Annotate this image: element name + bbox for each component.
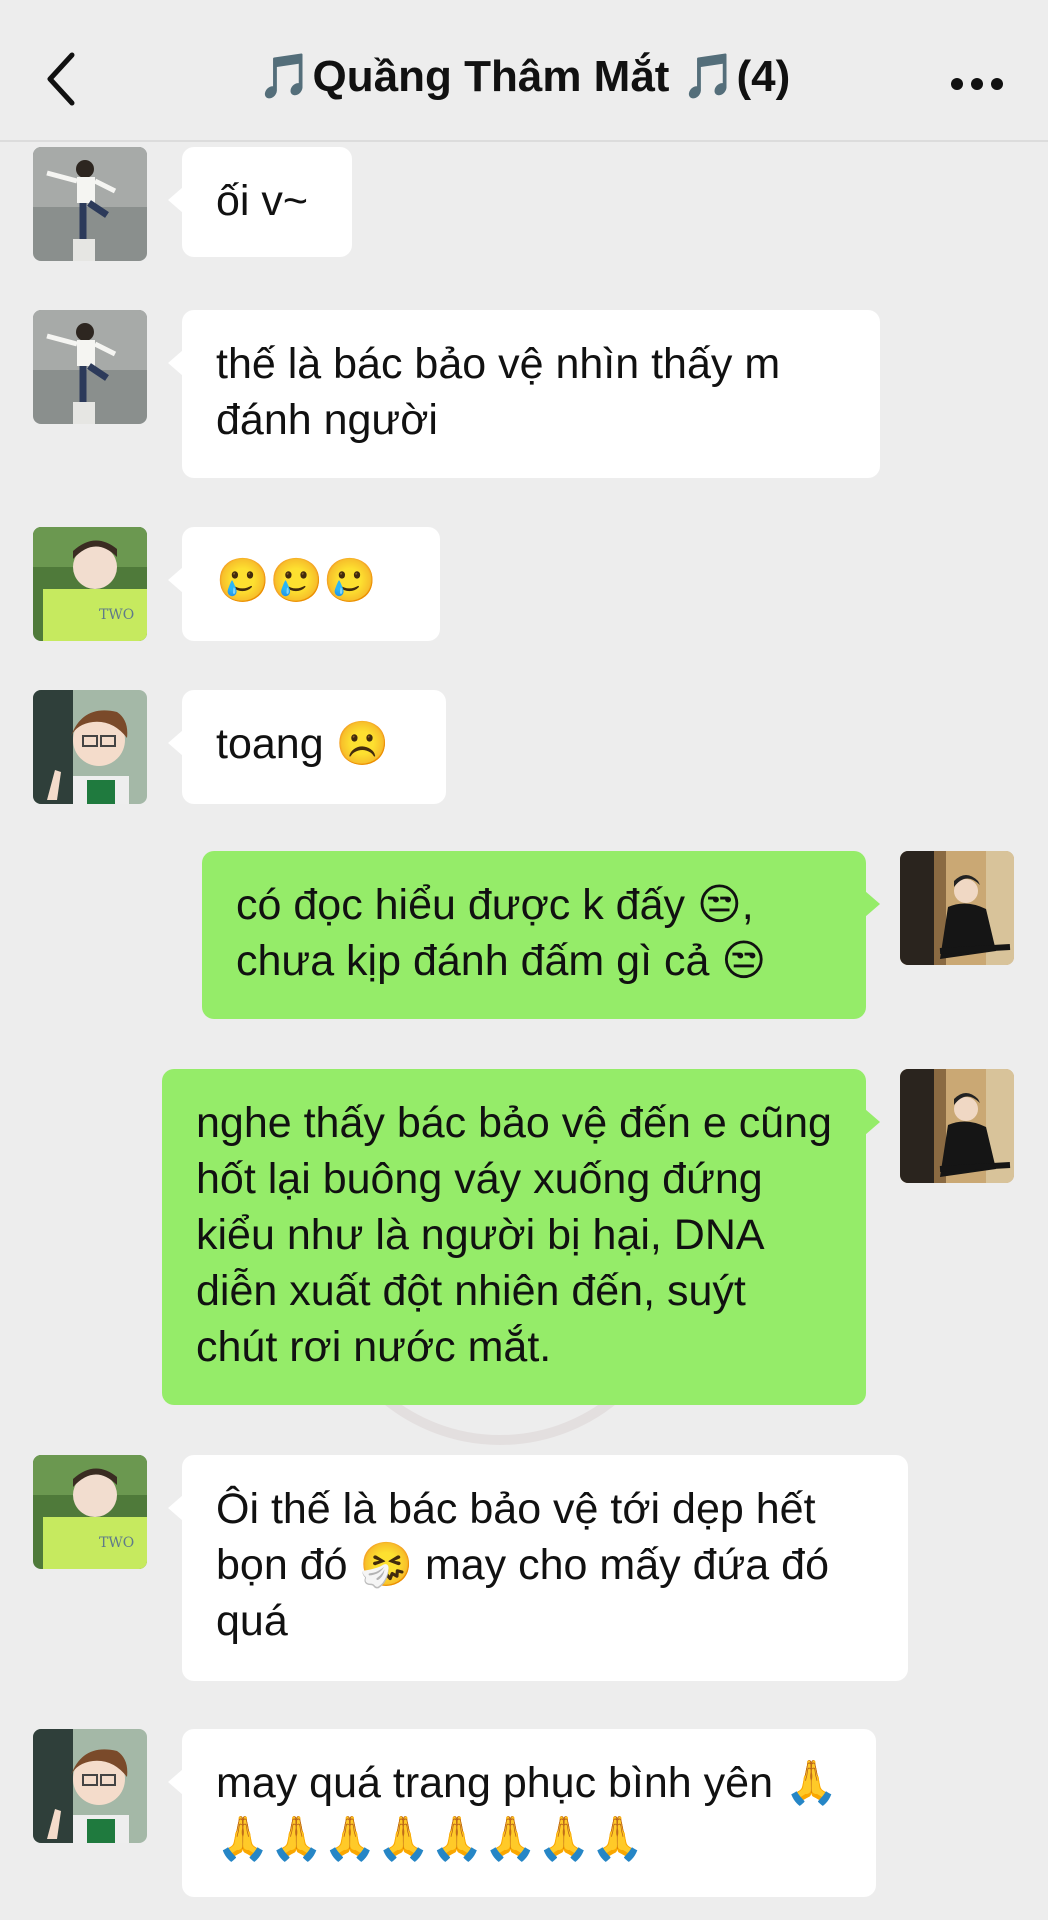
- chat-title: 🎵Quầng Thâm Mắt 🎵(4): [257, 52, 791, 101]
- message-bubble[interactable]: nghe thấy bác bảo vệ đến e cũng hốt lại …: [162, 1069, 880, 1405]
- chat-header: 🎵Quầng Thâm Mắt 🎵(4): [0, 0, 1048, 142]
- message-bubble[interactable]: ối v~: [168, 147, 352, 257]
- back-button[interactable]: [36, 44, 86, 114]
- more-button[interactable]: [942, 54, 1012, 114]
- avatar[interactable]: [900, 1069, 1014, 1183]
- avatar[interactable]: [900, 851, 1014, 965]
- avatar[interactable]: [33, 1729, 147, 1843]
- message-bubble[interactable]: toang ☹️: [168, 690, 446, 804]
- message-bubble[interactable]: may quá trang phục bình yên 🙏🙏🙏🙏🙏🙏🙏🙏🙏: [168, 1729, 876, 1897]
- svg-text:TWO: TWO: [99, 1535, 134, 1551]
- avatar[interactable]: [33, 690, 147, 804]
- message-bubble[interactable]: Ôi thế là bác bảo vệ tới dẹp hết bọn đó …: [168, 1455, 908, 1681]
- chevron-left-icon: [47, 52, 75, 106]
- avatar[interactable]: [33, 310, 147, 424]
- avatar[interactable]: [33, 147, 147, 261]
- message-bubble[interactable]: 🥲🥲🥲: [168, 527, 440, 641]
- message-bubble[interactable]: thế là bác bảo vệ nhìn thấy m đánh người: [168, 310, 880, 478]
- message-bubble[interactable]: có đọc hiểu được k đấy 😒, chưa kịp đánh …: [202, 851, 880, 1019]
- avatar[interactable]: TWO: [33, 1455, 147, 1569]
- more-horizontal-icon: [951, 78, 1003, 90]
- svg-text:TWO: TWO: [99, 607, 134, 623]
- avatar[interactable]: TWO: [33, 527, 147, 641]
